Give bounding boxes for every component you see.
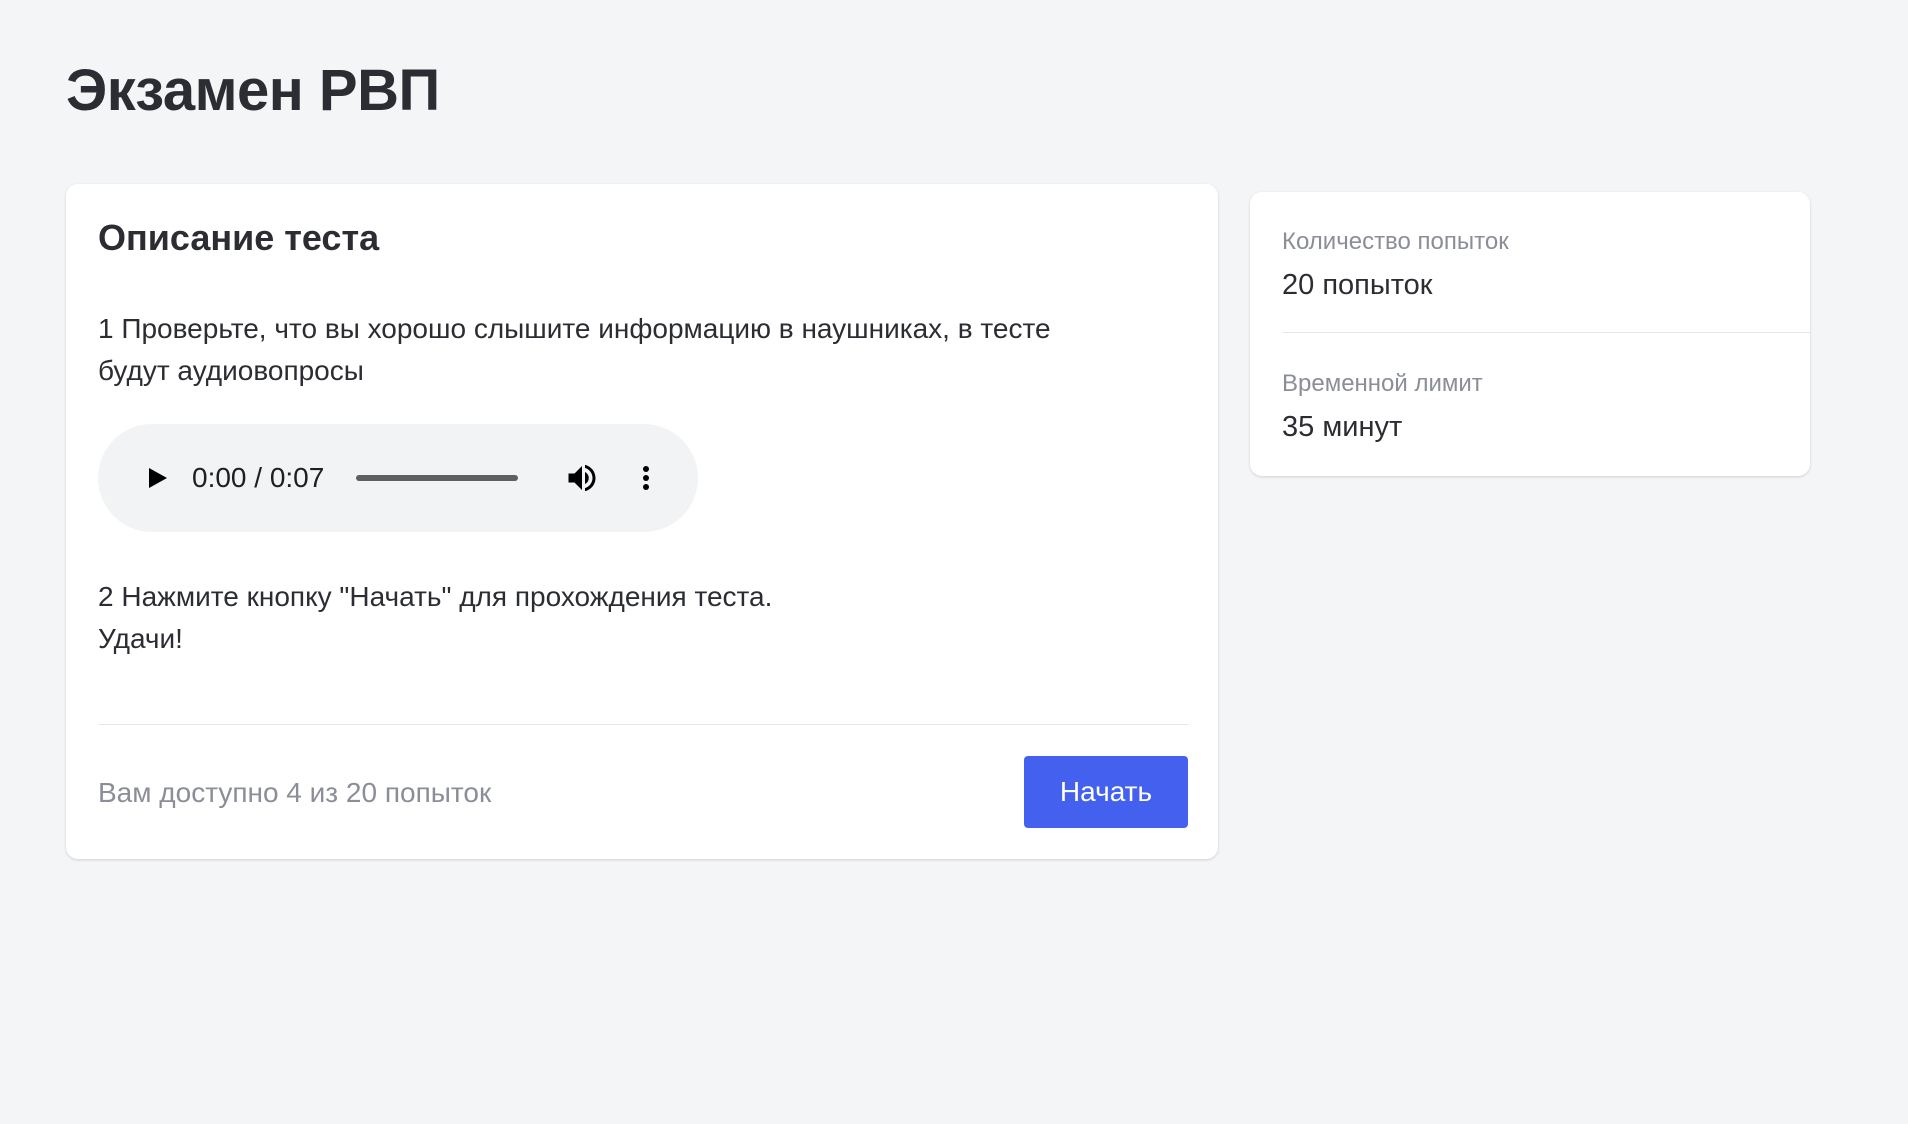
audio-player: 0:00 / 0:07	[98, 424, 698, 532]
page: Экзамен РВП Описание теста 1 Проверьте, …	[0, 0, 1908, 1124]
card-divider	[98, 724, 1188, 725]
test-info-card: Количество попыток 20 попыток Временной …	[1250, 192, 1810, 476]
audio-progress-slider[interactable]	[356, 475, 518, 481]
volume-icon[interactable]	[564, 460, 600, 496]
audio-time: 0:00 / 0:07	[192, 462, 325, 493]
instruction-step-1: 1 Проверьте, что вы хорошо слышите инфор…	[98, 313, 1051, 386]
attempts-info: Количество попыток 20 попыток	[1282, 226, 1810, 304]
info-divider	[1282, 332, 1810, 333]
time-limit-label: Временной лимит	[1282, 370, 1483, 397]
page-title: Экзамен РВП	[66, 58, 440, 123]
attempts-remaining-note: Вам доступно 4 из 20 попыток	[98, 777, 492, 808]
time-limit-info: Временной лимит 35 минут	[1282, 368, 1810, 446]
test-description-card: Описание теста 1 Проверьте, что вы хорош…	[66, 184, 1218, 859]
time-limit-value: 35 минут	[1282, 411, 1403, 443]
instruction-step-2: 2 Нажмите кнопку "Начать" для прохождени…	[98, 581, 773, 654]
attempts-value: 20 попыток	[1282, 269, 1433, 301]
attempts-label: Количество попыток	[1282, 228, 1509, 255]
description-heading: Описание теста	[98, 217, 380, 258]
start-button[interactable]: Начать	[1024, 756, 1188, 828]
play-icon[interactable]	[138, 460, 174, 496]
more-vertical-icon[interactable]	[628, 460, 664, 496]
